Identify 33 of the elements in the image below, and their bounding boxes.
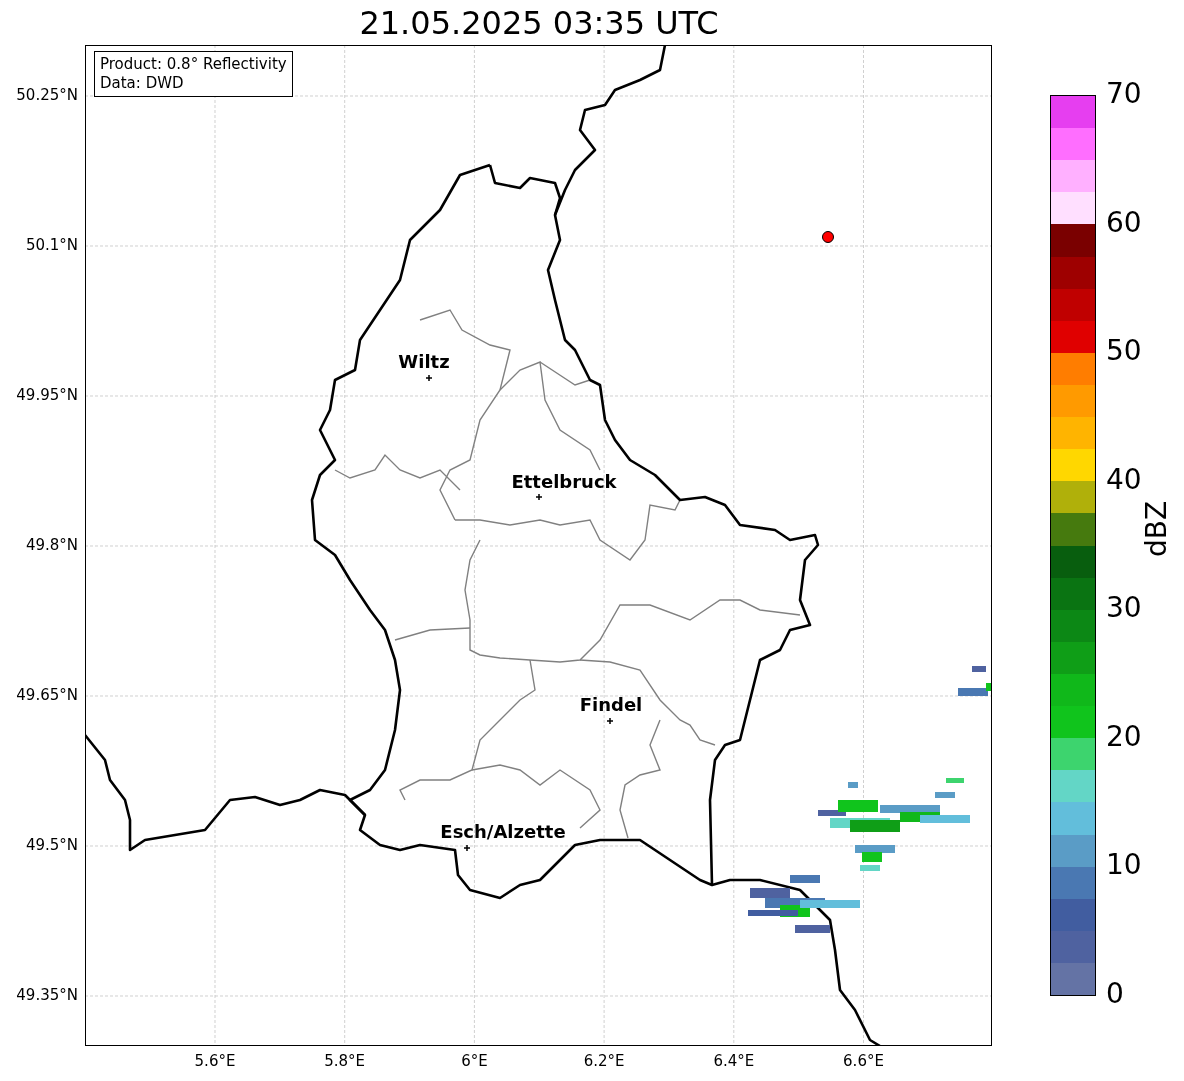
latitude-label: 50.1°N	[25, 236, 78, 254]
latitude-label: 49.5°N	[25, 836, 78, 854]
city-label: Ettelbruck	[511, 471, 617, 492]
longitude-label: 6.2°E	[583, 1052, 625, 1070]
scale-tick-label: 20	[1106, 722, 1142, 751]
city-marker-icon	[425, 374, 433, 382]
city-label: Findel	[579, 694, 643, 715]
scale-tick-label: 30	[1106, 594, 1142, 623]
latitude-label: 49.65°N	[16, 686, 78, 704]
scale-tick-label: 70	[1106, 80, 1142, 108]
latitude-label: 49.95°N	[16, 386, 78, 404]
scale-tick-label: 40	[1106, 465, 1142, 494]
info-text: Product: 0.8° Reflectivity	[100, 55, 287, 74]
info-text: Data: DWD	[100, 74, 185, 93]
scale-tick-label: 50	[1106, 337, 1142, 366]
longitude-label: 5.8°E	[324, 1052, 366, 1070]
chart-title: 21.05.2025 03:35 UTC	[358, 2, 720, 44]
scale-tick-label: 10	[1106, 851, 1142, 880]
latitude-label: 50.25°N	[16, 86, 78, 104]
city-marker-icon	[463, 844, 471, 852]
city-label: Wiltz	[398, 351, 450, 372]
longitude-label: 6.6°E	[843, 1052, 884, 1070]
scale-unit-label: dBZ	[1140, 500, 1173, 558]
city-marker-icon	[606, 717, 614, 725]
latitude-label: 49.8°N	[25, 536, 78, 554]
longitude-label: 5.6°E	[194, 1052, 236, 1070]
longitude-label: 6.4°E	[713, 1052, 755, 1070]
city-marker-icon	[535, 493, 543, 501]
city-label: Esch/Alzette	[440, 821, 566, 842]
latitude-label: 49.35°N	[16, 986, 78, 1004]
longitude-label: 6°E	[461, 1052, 488, 1070]
scale-tick-label: 60	[1106, 208, 1142, 237]
scale-tick-label: 0	[1106, 980, 1124, 1008]
